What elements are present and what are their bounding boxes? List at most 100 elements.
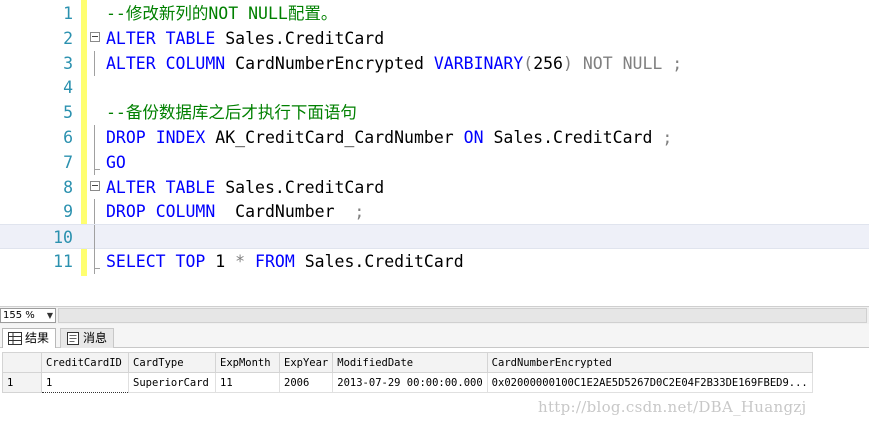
sql-keyword: ON [463, 128, 484, 147]
tab-messages[interactable]: 消息 [60, 328, 115, 348]
result-tabs: 结果 消息 [0, 324, 869, 348]
code-line-8[interactable]: 8 ALTER TABLE Sales.CreditCard [0, 175, 869, 200]
message-icon [67, 332, 79, 345]
line-number: 7 [63, 152, 73, 172]
sql-keyword: TABLE [165, 28, 216, 48]
code-text: --修改新列的NOT NULL配置。 [106, 1, 337, 26]
code-text: ALTER TABLE Sales.CreditCard [106, 26, 384, 51]
sql-token: Sales.CreditCard [215, 177, 385, 197]
sql-keyword: TOP [175, 252, 206, 271]
line-number: 2 [63, 28, 73, 48]
zoom-bar: 155 % ▼ [0, 306, 869, 324]
collapse-icon[interactable] [90, 31, 100, 42]
outline-guide [94, 149, 100, 175]
code-line-3[interactable]: 3 ALTER COLUMN CardNumberEncrypted VARBIN… [0, 50, 869, 76]
sql-token: Sales.CreditCard [483, 128, 663, 147]
sql-token: 1 [205, 252, 236, 271]
column-header[interactable]: ModifiedDate [332, 352, 488, 373]
sql-token: Sales.CreditCard [294, 252, 464, 271]
outline-guide [94, 199, 95, 225]
sql-keyword: ALTER [106, 53, 156, 73]
code-text: DROP COLUMN CardNumber ; [106, 199, 364, 224]
sql-token: * [235, 252, 246, 271]
code-line-10[interactable]: 10 [0, 224, 869, 251]
outline-guide [94, 125, 95, 150]
code-text: DROP INDEX AK_CreditCard_CardNumber ON S… [106, 125, 672, 150]
sql-token: Sales.CreditCard [215, 28, 385, 48]
line-number: 8 [63, 177, 73, 197]
code-line-6[interactable]: 6 DROP INDEX AK_CreditCard_CardNumber ON … [0, 125, 869, 150]
code-text: ALTER COLUMN CardNumberEncrypted VARBINA… [106, 51, 682, 76]
outline-guide [94, 249, 100, 274]
code-line-4[interactable]: 4 [0, 75, 869, 100]
watermark: http://blog.csdn.net/DBA_Huangzj [538, 398, 807, 416]
code-line-11[interactable]: 11 SELECT TOP 1 * FROM Sales.CreditCard [0, 249, 869, 274]
sql-keyword: DROP [106, 202, 146, 222]
sql-comment: --修改新列的NOT NULL配置。 [106, 4, 338, 23]
line-number: 5 [63, 103, 73, 123]
grid-cell[interactable]: 0x02000000100C1E2AE5D5267D0C2E04F2B33DE1… [486, 372, 813, 393]
sql-token: ) NOT NULL ; [563, 53, 683, 73]
sql-token: 256 [533, 53, 563, 73]
code-line-7[interactable]: 7 GO [0, 149, 869, 175]
sql-comment: --备份数据库之后才执行下面语句 [106, 103, 357, 123]
grid-corner[interactable] [2, 352, 42, 373]
sql-keyword: COLUMN [155, 202, 216, 222]
sql-keyword: INDEX [155, 128, 206, 147]
sql-keyword: COLUMN [165, 53, 226, 73]
column-header[interactable]: ExpYear [278, 352, 334, 373]
code-text: SELECT TOP 1 * FROM Sales.CreditCard [106, 249, 464, 274]
line-number: 9 [63, 202, 73, 222]
grid-cell[interactable]: 1 [41, 372, 129, 393]
tab-results[interactable]: 结果 [2, 328, 57, 348]
grid-cell[interactable]: 2013-07-29 00:00:00.000 [332, 372, 488, 393]
tab-results-label: 结果 [25, 331, 50, 345]
sql-token: CardNumberEncrypted [225, 53, 434, 73]
table-row[interactable]: 1 1 SuperiorCard 11 2006 2013-07-29 00:0… [2, 372, 813, 393]
code-text: ALTER TABLE Sales.CreditCard [106, 175, 384, 200]
sql-keyword: ALTER [106, 28, 156, 48]
sql-keyword: GO [106, 152, 126, 172]
grid-header-row: CreditCardID CardType ExpMonth ExpYear M… [2, 352, 813, 373]
row-number[interactable]: 1 [2, 372, 42, 393]
sql-editor[interactable]: 1 --修改新列的NOT NULL配置。 2 ALTER TABLE Sales.Cr… [0, 0, 869, 306]
line-number: 1 [63, 4, 73, 23]
code-line-2[interactable]: 2 ALTER TABLE Sales.CreditCard [0, 26, 869, 51]
grid-cell[interactable]: SuperiorCard [128, 372, 216, 393]
sql-token: ; [354, 202, 365, 222]
grid-cell[interactable]: 2006 [278, 372, 334, 393]
sql-token: AK_CreditCard_CardNumber [205, 128, 464, 147]
collapse-icon[interactable] [90, 180, 100, 191]
sql-keyword: ALTER [106, 177, 156, 197]
sql-token: ( [523, 53, 534, 73]
grid-icon [8, 332, 22, 345]
sql-keyword: DROP [106, 128, 146, 147]
line-number: 10 [53, 228, 73, 248]
zoom-dropdown[interactable]: 155 % ▼ [0, 308, 56, 323]
line-number: 6 [63, 128, 73, 147]
code-line-5[interactable]: 5 --备份数据库之后才执行下面语句 [0, 100, 869, 125]
horizontal-scrollbar[interactable] [58, 308, 867, 323]
sql-keyword: VARBINARY [433, 53, 524, 73]
tab-messages-label: 消息 [83, 331, 108, 345]
code-line-1[interactable]: 1 --修改新列的NOT NULL配置。 [0, 1, 869, 26]
grid-cell[interactable]: 11 [215, 372, 280, 393]
column-header[interactable]: CardType [128, 352, 216, 373]
code-line-9[interactable]: 9 DROP COLUMN CardNumber ; [0, 199, 869, 225]
sql-keyword: SELECT [106, 252, 166, 271]
sql-keyword: TABLE [165, 177, 216, 197]
sql-token: ; [662, 128, 673, 147]
code-text: GO [106, 150, 126, 175]
outline-guide [94, 225, 95, 251]
column-header[interactable]: CreditCardID [41, 352, 129, 373]
sql-keyword: FROM [255, 252, 295, 271]
column-header[interactable]: CardNumberEncrypted [486, 352, 813, 373]
column-header[interactable]: ExpMonth [215, 352, 280, 373]
code-text: --备份数据库之后才执行下面语句 [106, 100, 357, 125]
sql-token: CardNumber [215, 202, 355, 222]
chevron-down-icon: ▼ [46, 311, 53, 320]
